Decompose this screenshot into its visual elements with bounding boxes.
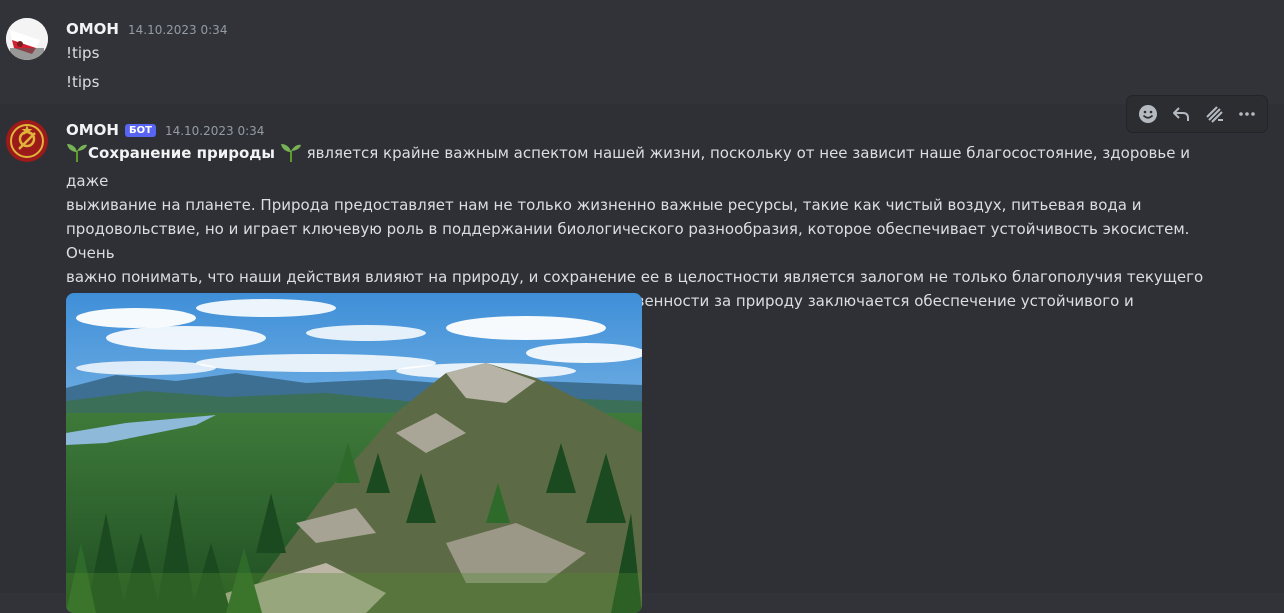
message-body-line: важно понимать, что наши действия влияют… [66, 268, 1204, 286]
message-title: Сохранение природы [88, 144, 275, 162]
seedling-icon [280, 142, 302, 169]
message-body-line: продовольствие, но и играет ключевую рол… [66, 220, 1190, 262]
seedling-icon [66, 142, 88, 169]
message-actions-toolbar [1126, 95, 1268, 133]
reply-icon[interactable] [1166, 99, 1196, 129]
username[interactable]: ОМОН [66, 121, 119, 139]
timestamp: 14.10.2023 0:34 [164, 124, 265, 138]
message-text: !tips [66, 44, 100, 62]
attached-image[interactable] [66, 293, 642, 613]
message-text: !tips [66, 73, 100, 91]
message-2: ОМОН БОТ 14.10.2023 0:34 Сохранение прир… [0, 104, 1284, 613]
avatar[interactable] [6, 120, 48, 162]
more-icon[interactable] [1232, 99, 1262, 129]
message-body-line: выживание на планете. Природа предоставл… [66, 196, 1142, 214]
message-1: ОМОН 14.10.2023 0:34 !tips !tips [0, 0, 1284, 100]
timestamp: 14.10.2023 0:34 [127, 23, 228, 37]
create-thread-icon[interactable] [1199, 99, 1229, 129]
avatar[interactable] [6, 18, 48, 60]
add-reaction-icon[interactable] [1133, 99, 1163, 129]
username[interactable]: ОМОН [66, 20, 119, 38]
bot-badge: БОТ [124, 124, 156, 137]
